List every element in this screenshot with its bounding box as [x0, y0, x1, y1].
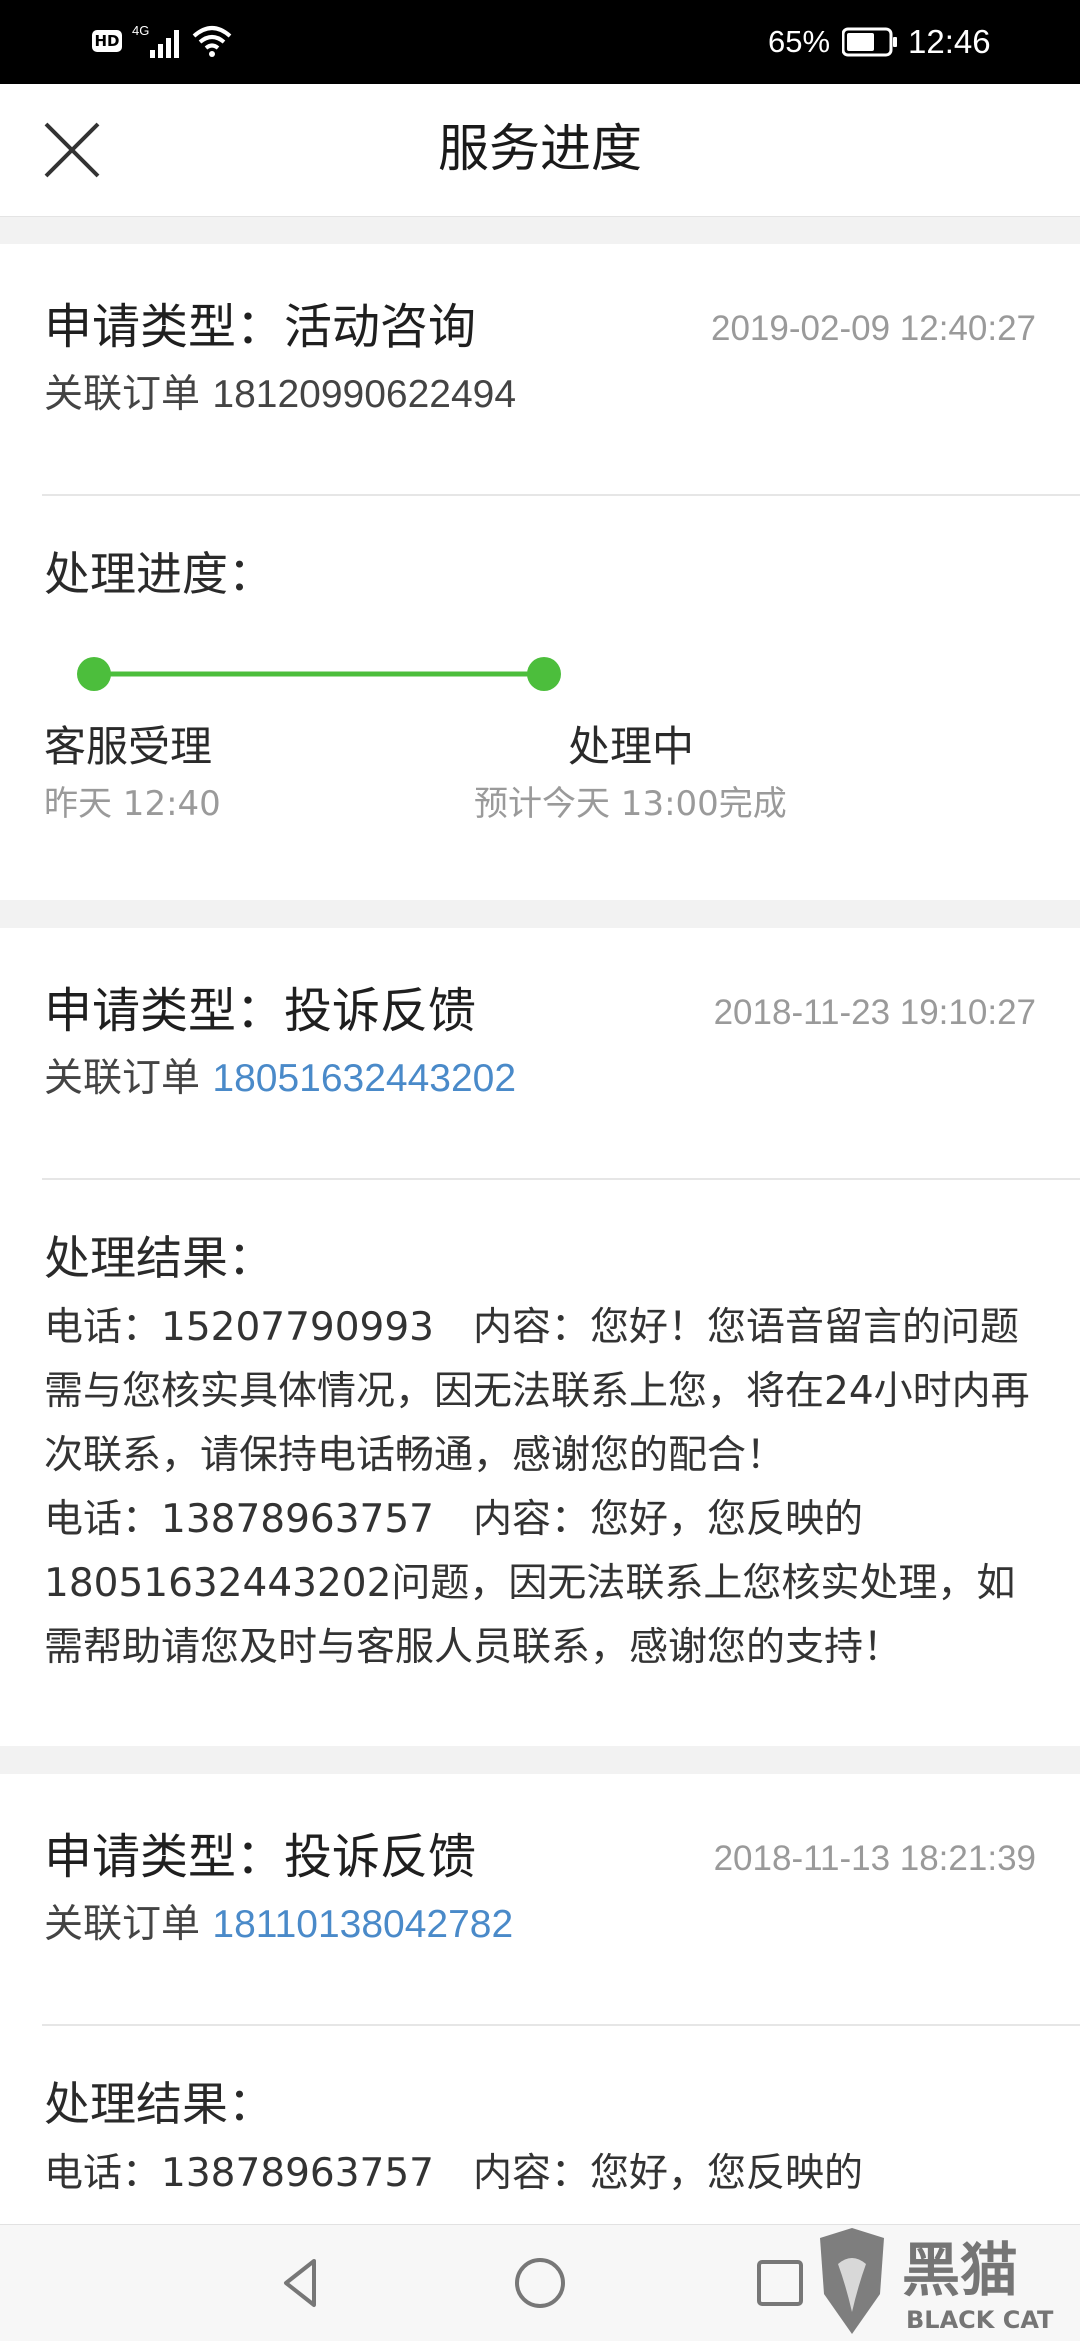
back-triangle-icon[interactable]	[270, 2253, 330, 2313]
service-card[interactable]: 申请类型：投诉反馈 2018-11-23 19:10:27 关联订单 18051…	[0, 928, 1080, 1746]
result-text: 电话：13878963757 内容：您好，您反映的	[44, 2151, 863, 2196]
progress-title: 处理进度：	[44, 547, 274, 601]
black-cat-watermark-logo: 黑猫 BLACK CAT	[820, 2228, 1054, 2334]
request-date: 2019-02-09 12:40:27	[711, 309, 1036, 348]
result-title: 处理结果：	[44, 1231, 274, 1285]
hd-voice-icon: HD	[92, 30, 122, 52]
order-number: 18120990622494	[212, 373, 517, 416]
progress-section: 处理进度： 客服受理 昨天 12:40 处理中 预计今天 13:00完成	[0, 496, 1080, 896]
service-card[interactable]: 申请类型：投诉反馈 2018-11-13 18:21:39 关联订单 18110…	[0, 1774, 1080, 2224]
home-circle-icon[interactable]	[510, 2253, 570, 2313]
step-time-processing: 预计今天 13:00完成	[474, 784, 787, 824]
battery-icon	[842, 27, 897, 57]
network-type-label: 4G	[132, 23, 149, 38]
card-header: 申请类型：活动咨询 2019-02-09 12:40:27 关联订单 18120…	[0, 244, 1080, 494]
related-order-label: 关联订单	[44, 372, 213, 417]
step-label-accepted: 客服受理	[44, 722, 213, 771]
watermark-sub: BLACK CAT	[906, 2306, 1054, 2334]
card-header: 申请类型：投诉反馈 2018-11-13 18:21:39 关联订单 18110…	[0, 1774, 1080, 2024]
related-order-label: 关联订单	[44, 1056, 213, 1101]
watermark-brand: 黑猫	[902, 2236, 1018, 2304]
step-time-accepted: 昨天 12:40	[44, 784, 221, 824]
service-card[interactable]: 申请类型：活动咨询 2019-02-09 12:40:27 关联订单 18120…	[0, 244, 1080, 900]
status-bar: HD 4G 65% 12:46	[0, 0, 1080, 84]
request-date: 2018-11-13 18:21:39	[713, 1839, 1036, 1878]
progress-step-dot	[527, 657, 561, 691]
progress-step-dot	[77, 657, 111, 691]
related-order: 关联订单 18110138042782	[44, 1900, 513, 1950]
result-section: 处理结果： 电话：15207790993 内容：您好！您语音留言的问题需与您核实…	[0, 1180, 1080, 1740]
app-header: 服务进度	[0, 84, 1080, 217]
order-number-link[interactable]: 18110138042782	[212, 1903, 513, 1946]
request-type: 申请类型：投诉反馈	[44, 983, 477, 1039]
result-text: 电话：15207790993 内容：您好！您语音留言的问题需与您核实具体情况，因…	[44, 1305, 1030, 1670]
related-order-label: 关联订单	[44, 1902, 213, 1947]
order-number-link[interactable]: 18051632443202	[212, 1057, 516, 1100]
recents-square-icon[interactable]	[750, 2253, 810, 2313]
request-type: 申请类型：投诉反馈	[44, 1829, 477, 1885]
result-section: 处理结果： 电话：13878963757 内容：您好，您反映的	[0, 2026, 1080, 2224]
related-order: 关联订单 18051632443202	[44, 1054, 516, 1104]
battery-percent: 65%	[768, 24, 831, 59]
wifi-icon	[192, 26, 232, 57]
step-label-processing: 处理中	[568, 722, 695, 771]
request-date: 2018-11-23 19:10:27	[713, 993, 1036, 1032]
request-type: 申请类型：活动咨询	[44, 299, 477, 355]
result-title: 处理结果：	[44, 2077, 274, 2131]
related-order: 关联订单 18120990622494	[44, 370, 516, 420]
clock: 12:46	[908, 23, 991, 60]
card-header: 申请类型：投诉反馈 2018-11-23 19:10:27 关联订单 18051…	[0, 928, 1080, 1178]
close-icon[interactable]	[36, 114, 108, 186]
page-title: 服务进度	[437, 120, 642, 179]
progress-track	[77, 657, 561, 691]
cellular-signal-icon: 4G	[132, 23, 179, 58]
